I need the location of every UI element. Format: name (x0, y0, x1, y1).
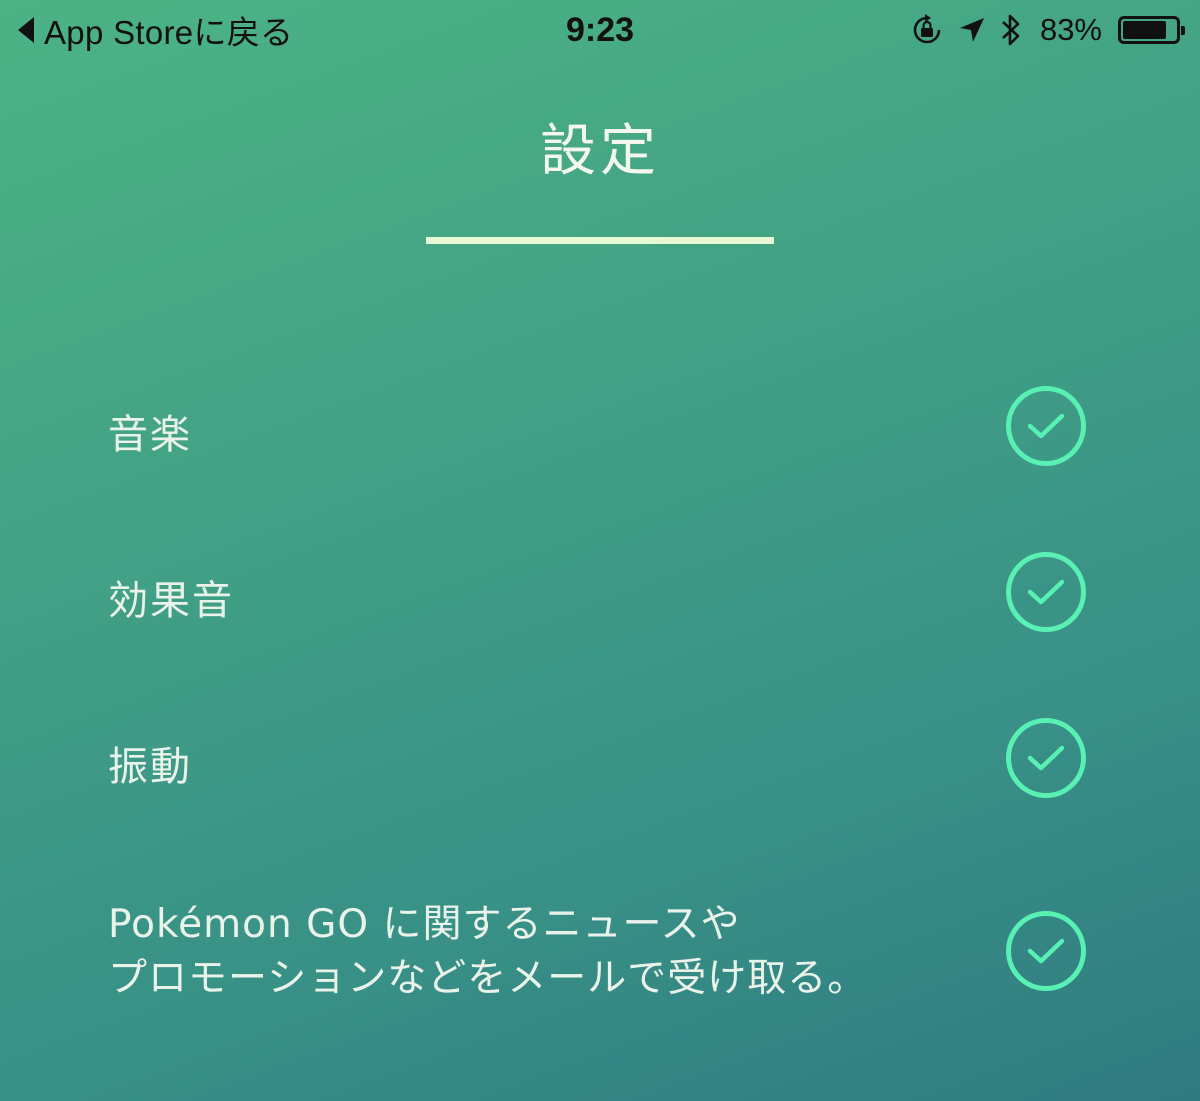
setting-label-email-news-line2: プロモーションなどをメールで受け取る。 (108, 956, 868, 1001)
back-arrow-icon (18, 17, 34, 43)
sound-effects-toggle[interactable] (1006, 552, 1086, 632)
setting-row-music[interactable]: 音楽 (0, 384, 1200, 468)
back-label: App Storeに戻る (44, 14, 294, 51)
music-toggle[interactable] (1006, 386, 1086, 466)
location-arrow-icon (958, 16, 986, 44)
orientation-lock-icon (910, 13, 944, 47)
status-icons: 83% (910, 8, 1185, 52)
battery-level-fill (1123, 21, 1166, 39)
battery-icon (1118, 16, 1185, 44)
status-bar: App Storeに戻る 9:23 83% (0, 0, 1200, 60)
page-title: 設定 (540, 119, 660, 184)
setting-label-vibration: 振動 (108, 744, 192, 790)
back-to-app-store-button[interactable]: App Storeに戻る (18, 8, 293, 52)
setting-label-music: 音楽 (108, 412, 192, 458)
vibration-toggle[interactable] (1006, 718, 1086, 798)
setting-label-sound-effects: 効果音 (108, 578, 234, 624)
setting-row-email-news[interactable]: Pokémon GO に関するニュースや プロモーションなどをメールで受け取る。 (0, 896, 1200, 1008)
checkmark-icon (1027, 938, 1065, 964)
checkmark-icon (1027, 579, 1065, 605)
battery-percent: 83% (1039, 12, 1102, 47)
setting-label-email-news-line1: Pokémon GO に関するニュースや (108, 902, 741, 947)
checkmark-icon (1027, 745, 1065, 771)
setting-row-vibration[interactable]: 振動 (0, 716, 1200, 800)
title-underline (426, 237, 774, 244)
setting-label-email-news: Pokémon GO に関するニュースや プロモーションなどをメールで受け取る。 (108, 898, 867, 1006)
email-news-toggle[interactable] (1006, 911, 1086, 991)
setting-row-sound-effects[interactable]: 効果音 (0, 550, 1200, 634)
checkmark-icon (1027, 413, 1065, 439)
bluetooth-icon (1000, 12, 1022, 48)
